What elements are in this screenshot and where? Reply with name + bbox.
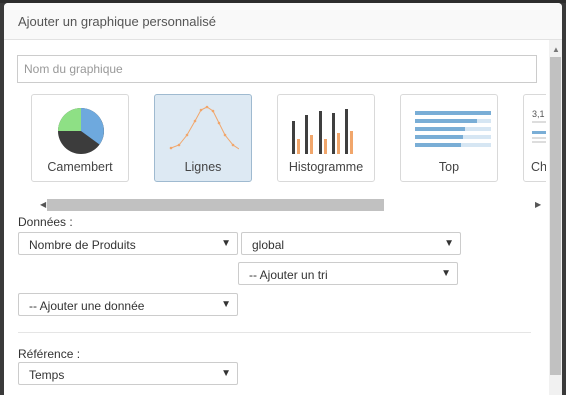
dialog-header: Ajouter un graphique personnalisé [4,3,562,40]
top-list-icon [415,111,491,147]
sort-select[interactable]: -- Ajouter un tri ▼ [238,262,458,285]
bar-chart-icon [292,109,353,154]
chart-type-label: Lignes [184,160,222,174]
dialog-title: Ajouter un graphique personnalisé [18,14,217,29]
chart-type-pie[interactable]: Camembert [31,94,129,182]
line-chart-icon [169,105,239,150]
chevron-down-icon: ▼ [444,238,454,249]
chevron-down-icon: ▼ [221,238,231,249]
chevron-down-icon: ▼ [221,299,231,310]
scope-select[interactable]: global ▼ [241,232,461,255]
reference-section-label: Référence : [18,347,81,361]
pie-chart-icon [58,108,104,154]
scope-select-value: global [252,238,285,252]
scroll-left-icon[interactable]: ◀ [40,200,46,209]
chart-type-top[interactable]: Top [400,94,498,182]
stat-value: 3,1 [532,109,545,119]
chevron-down-icon: ▼ [441,268,451,279]
chart-type-histogram[interactable]: Histogramme [277,94,375,182]
scroll-right-icon[interactable]: ▶ [535,200,541,209]
add-data-select[interactable]: -- Ajouter une donnée ▼ [18,293,238,316]
dialog-scrollbar[interactable]: ▲ [549,40,562,395]
scrollbar-thumb[interactable] [550,57,561,375]
chart-type-label: Histogramme [288,160,364,174]
reference-select-value: Temps [29,368,65,382]
add-chart-dialog: Ajouter un graphique personnalisé Camemb… [4,3,562,395]
chart-type-label: Camembert [47,160,113,174]
chart-type-selector: Camembert Lignes Histogramme Top 3,1 Ch [4,94,546,186]
chart-type-label: Ch [531,160,546,174]
sort-select-value: -- Ajouter un tri [249,268,328,282]
chevron-down-icon: ▼ [221,368,231,379]
scroll-up-icon[interactable]: ▲ [552,45,560,54]
stat-icon [532,121,546,143]
chart-types-scrollbar[interactable]: ◀ ▶ [27,197,546,213]
reference-select[interactable]: Temps ▼ [18,362,238,385]
chart-type-stat[interactable]: 3,1 Ch [523,94,546,182]
chart-type-label: Top [438,160,460,174]
data-section-label: Données : [18,215,73,229]
measure-select-value: Nombre de Produits [29,238,136,252]
chart-type-line[interactable]: Lignes [154,94,252,182]
scrollbar-thumb[interactable] [47,199,384,211]
chart-name-input[interactable] [17,55,537,83]
dialog-body: Camembert Lignes [4,40,546,395]
add-data-select-value: -- Ajouter une donnée [29,299,145,313]
section-divider [18,332,531,333]
measure-select[interactable]: Nombre de Produits ▼ [18,232,238,255]
